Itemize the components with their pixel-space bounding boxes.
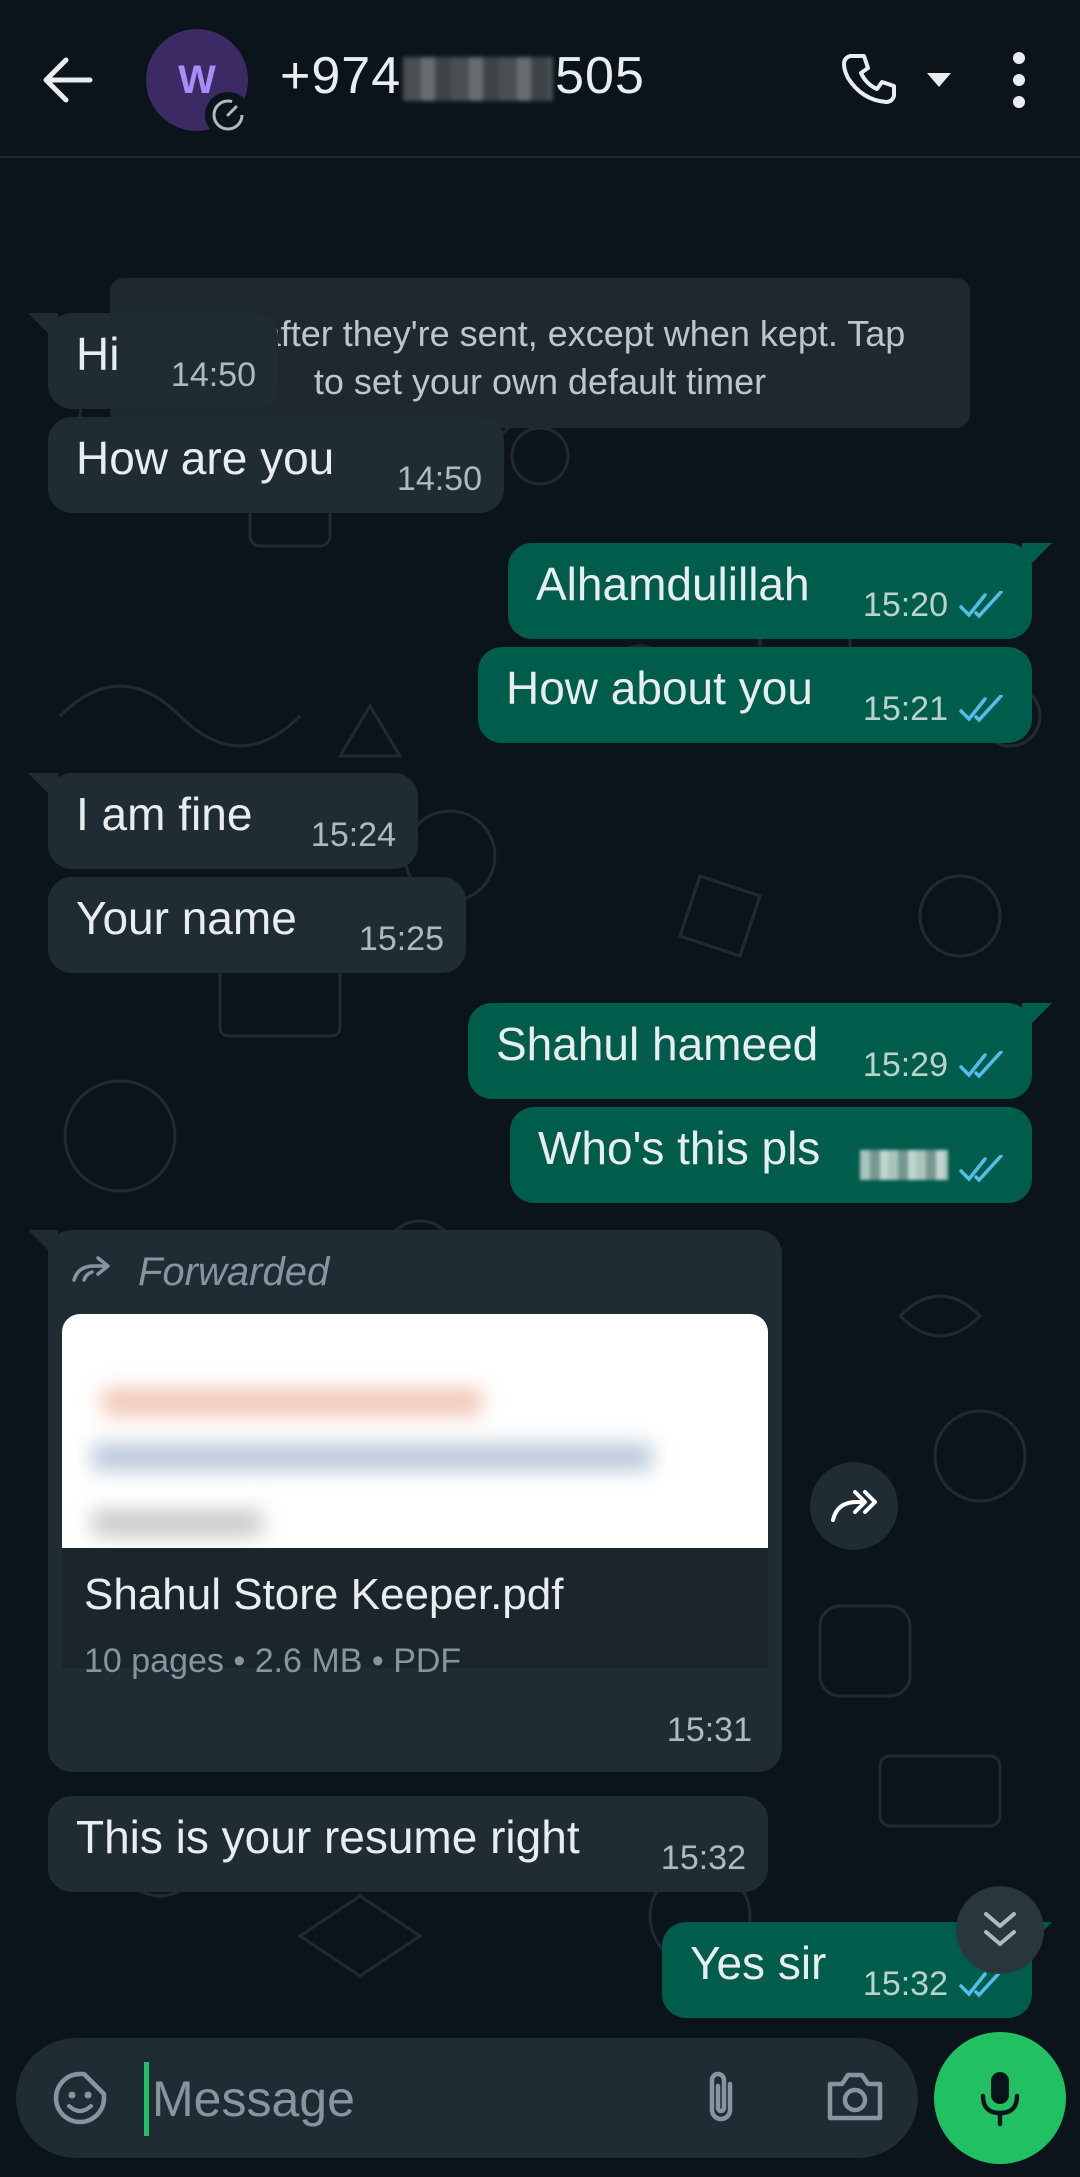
message-bubble-in[interactable]: I am fine 15:24 <box>48 773 418 869</box>
message-time: 14:50 <box>396 460 482 498</box>
message-text: Yes sir <box>690 1937 827 1989</box>
message-text: I am fine <box>76 788 253 840</box>
message-bubble-out[interactable]: Who's this pls <box>510 1107 1032 1203</box>
back-arrow-icon[interactable] <box>38 50 98 110</box>
document-preview[interactable] <box>62 1314 768 1548</box>
message-bubble-in[interactable]: Your name 15:25 <box>48 877 466 973</box>
message-bubble-in[interactable]: This is your resume right 15:32 <box>48 1796 768 1892</box>
forwarded-label: Forwarded <box>138 1250 330 1294</box>
forward-button[interactable] <box>810 1462 898 1550</box>
voice-message-button[interactable] <box>934 2032 1066 2164</box>
message-text: Hi <box>76 328 120 380</box>
message-time: 15:24 <box>310 816 396 854</box>
document-name: Shahul Store Keeper.pdf <box>84 1570 564 1619</box>
redacted-digits <box>403 57 554 102</box>
chat-header: W +974 505 <box>0 0 1080 158</box>
text-cursor <box>144 2062 149 2136</box>
scroll-to-bottom-button[interactable] <box>956 1886 1044 1974</box>
chat-area[interactable]: days after they're sent, except when kep… <box>0 156 1080 2026</box>
phone-icon[interactable] <box>840 50 900 110</box>
read-ticks-icon <box>959 591 1003 619</box>
message-bubble-in[interactable]: Hi 14:50 <box>48 313 278 409</box>
message-time-redacted <box>860 1150 948 1189</box>
contact-name[interactable]: +974 505 <box>280 46 645 106</box>
message-bubble-in[interactable]: How are you 14:50 <box>48 417 504 513</box>
timer-icon <box>212 99 244 131</box>
forward-icon <box>831 1490 877 1522</box>
disappearing-timer-badge <box>205 92 251 138</box>
message-text: Alhamdulillah <box>536 558 810 610</box>
read-ticks-icon <box>959 1970 1003 1998</box>
message-text: Who's this pls <box>538 1122 821 1174</box>
message-composer <box>16 2038 918 2158</box>
chevron-down-icon[interactable] <box>924 68 954 92</box>
document-message[interactable]: Forwarded Shahul Store Keeper.pdf 10 pag… <box>48 1230 782 1772</box>
message-bubble-out[interactable]: Shahul hameed 15:29 <box>468 1003 1032 1099</box>
message-input[interactable] <box>150 2060 674 2138</box>
document-meta: 10 pages • 2.6 MB • PDF <box>84 1642 462 1680</box>
microphone-icon <box>980 2072 1020 2127</box>
forwarded-icon <box>72 1256 110 1282</box>
contact-number-suffix: 505 <box>555 47 645 105</box>
paperclip-icon[interactable] <box>696 2068 746 2128</box>
message-bubble-out[interactable]: How about you 15:21 <box>478 647 1032 743</box>
message-text: Shahul hameed <box>496 1018 819 1070</box>
message-bubble-out[interactable]: Alhamdulillah 15:20 <box>508 543 1032 639</box>
contact-number-prefix: +974 <box>280 47 402 105</box>
message-text: How are you <box>76 432 335 484</box>
message-time: 15:32 <box>660 1839 746 1877</box>
message-time: 15:29 <box>862 1046 948 1084</box>
message-time: 15:25 <box>358 920 444 958</box>
message-time: 14:50 <box>170 356 256 394</box>
double-chevron-down-icon <box>984 1912 1016 1946</box>
message-time: 15:32 <box>862 1965 948 2003</box>
message-time: 15:20 <box>862 586 948 624</box>
message-text: This is your resume right <box>76 1811 580 1863</box>
read-ticks-icon <box>959 1051 1003 1079</box>
message-text: How about you <box>506 662 813 714</box>
sticker-emoji-icon[interactable] <box>50 2068 110 2128</box>
dots-vertical-icon[interactable] <box>1004 48 1034 112</box>
message-time: 15:21 <box>862 690 948 728</box>
read-ticks-icon <box>959 1155 1003 1183</box>
message-time: 15:31 <box>666 1711 752 1749</box>
message-text: Your name <box>76 892 297 944</box>
read-ticks-icon <box>959 695 1003 723</box>
camera-icon[interactable] <box>824 2068 886 2124</box>
